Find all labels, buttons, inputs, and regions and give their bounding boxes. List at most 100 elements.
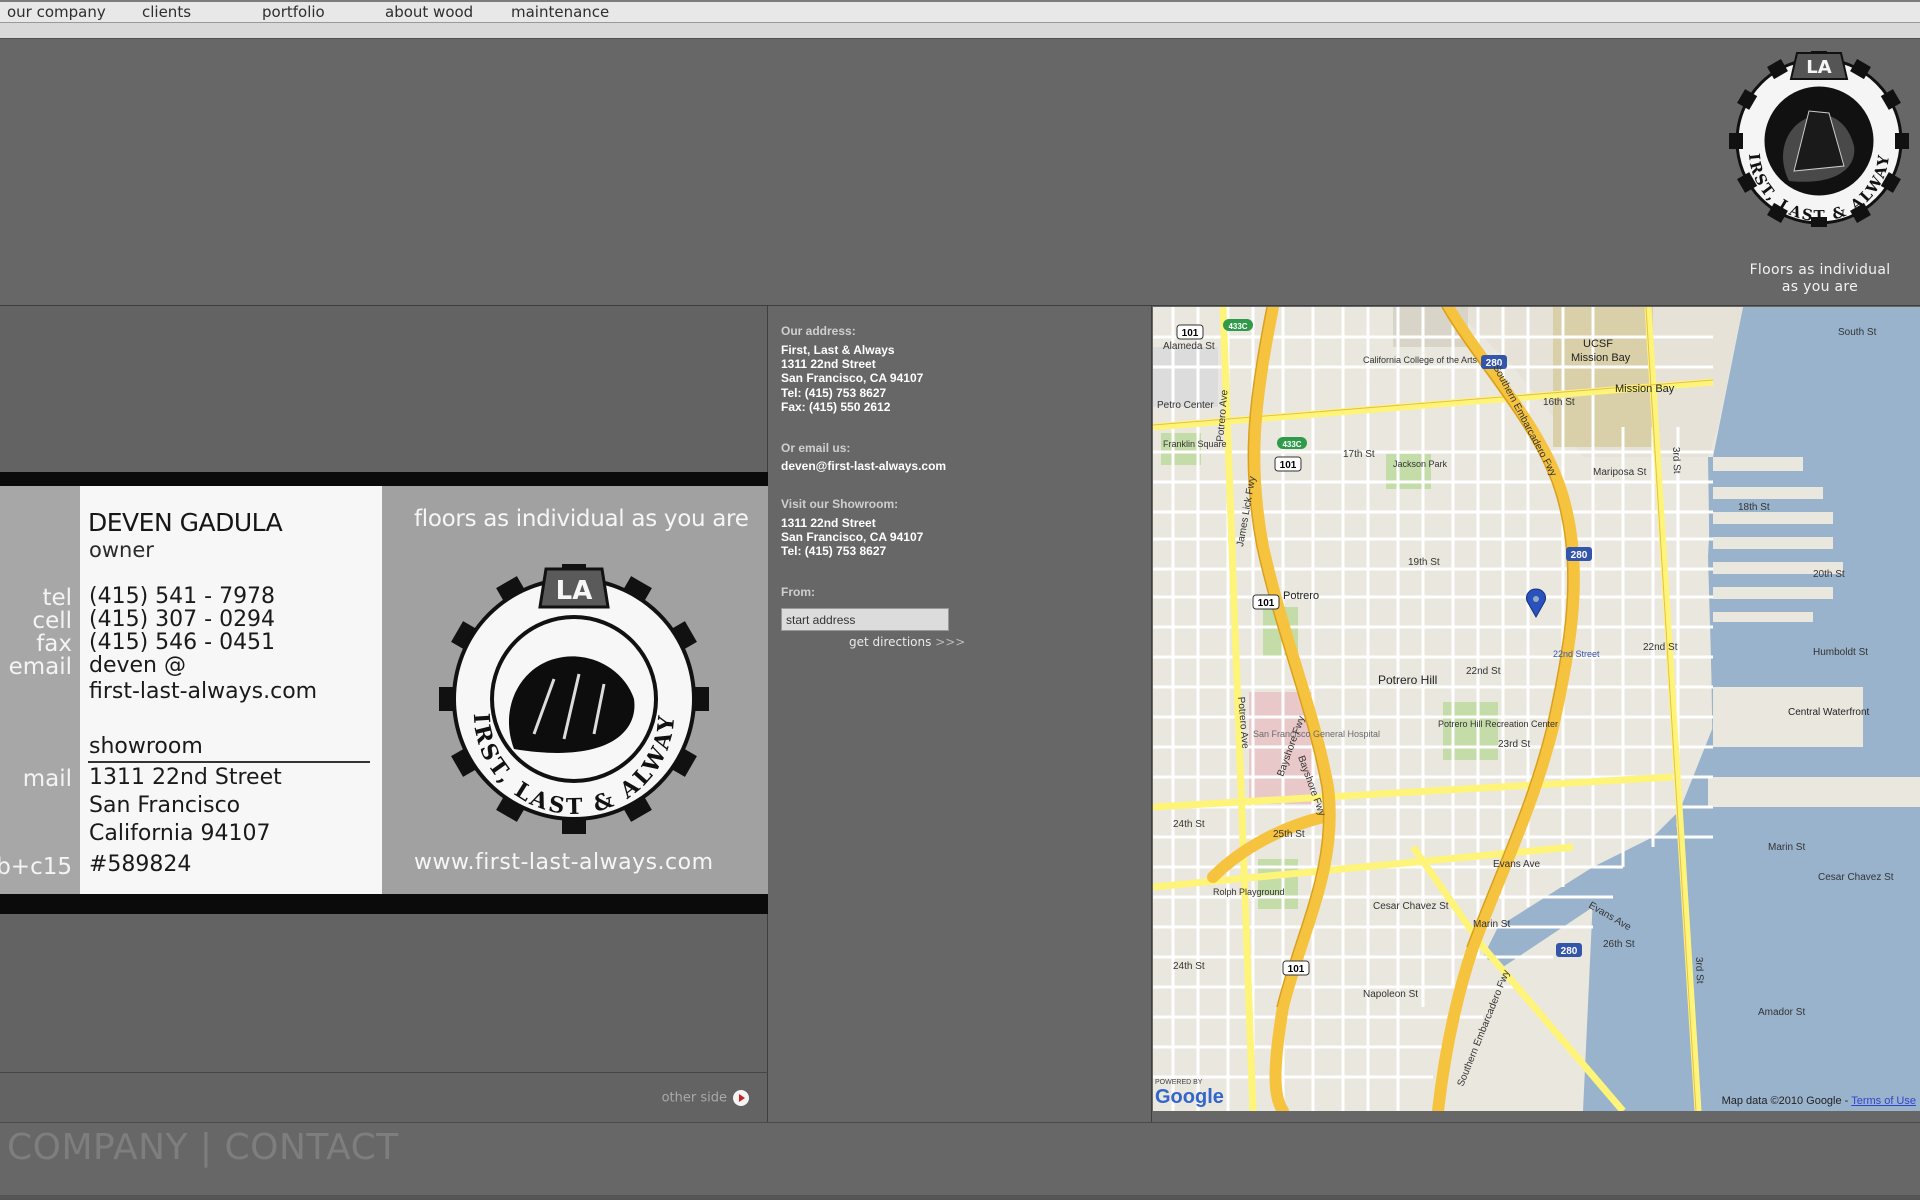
svg-text:UCSF: UCSF xyxy=(1583,338,1613,350)
svg-text:433C: 433C xyxy=(1282,440,1301,449)
business-card-panel: tel cell fax email mail b+c15 DEVEN GADU… xyxy=(0,306,768,1122)
svg-text:101: 101 xyxy=(1280,460,1297,471)
card-name: DEVEN GADULA xyxy=(88,508,283,537)
card-panel-divider xyxy=(0,1072,768,1073)
svg-text:22nd St: 22nd St xyxy=(1643,642,1678,653)
svg-text:Humboldt St: Humboldt St xyxy=(1813,647,1868,658)
nav-maintenance[interactable]: maintenance xyxy=(511,3,609,21)
google-powered-by: POWERED BY xyxy=(1155,1079,1203,1086)
card-logo-area: floors as individual as you are LA IRST,… xyxy=(382,486,768,894)
other-side-label: other side xyxy=(661,1090,727,1106)
card-label-column: tel cell fax email mail b+c15 xyxy=(0,486,80,894)
top-nav: our company clients portfolio about wood… xyxy=(0,0,1920,23)
arrow-right-icon xyxy=(733,1090,749,1106)
svg-text:22nd St: 22nd St xyxy=(1466,666,1501,677)
svg-text:433C: 433C xyxy=(1228,322,1247,331)
other-side-button[interactable]: other side xyxy=(662,1090,749,1106)
footer: COMPANY | CONTACT xyxy=(0,1122,1920,1200)
terms-of-use-link[interactable]: Terms of Use xyxy=(1851,1095,1916,1107)
svg-text:101: 101 xyxy=(1258,598,1275,609)
nav-about-wood[interactable]: about wood xyxy=(385,3,473,21)
page: our company clients portfolio about wood… xyxy=(0,0,1920,1200)
google-map[interactable]: 101 101 101 101 280 280 280 433C 433C Al… xyxy=(1153,307,1920,1111)
svg-text:Potrero Hill Recreation Center: Potrero Hill Recreation Center xyxy=(1438,719,1558,729)
card-white-area: DEVEN GADULA owner (415) 541 - 7978 (415… xyxy=(80,486,382,894)
nav-portfolio[interactable]: portfolio xyxy=(262,3,325,21)
google-logo: POWERED BY Google xyxy=(1155,1079,1224,1109)
card-license-number: #589824 xyxy=(89,852,192,877)
svg-text:Evans Ave: Evans Ave xyxy=(1493,859,1541,870)
svg-text:101: 101 xyxy=(1288,964,1305,975)
franklin-square-park xyxy=(1161,433,1201,465)
svg-text:San Francisco General Hospital: San Francisco General Hospital xyxy=(1253,729,1380,739)
address-heading: Our address: xyxy=(781,324,856,338)
start-address-input[interactable] xyxy=(781,608,949,631)
company-logo[interactable]: LA FIRST, LAST & ALWAYS xyxy=(1723,45,1915,231)
get-directions-arrows: >>> xyxy=(935,635,966,649)
card-address-line-2: San Francisco xyxy=(89,793,241,818)
showroom-heading: Visit our Showroom: xyxy=(781,497,899,511)
card-bottom-band xyxy=(0,894,768,914)
card-slogan: floors as individual as you are xyxy=(414,506,749,532)
nav-our-company[interactable]: our company xyxy=(7,3,106,21)
card-cell: (415) 307 - 0294 xyxy=(89,607,276,632)
card-tel: (415) 541 - 7978 xyxy=(89,584,276,609)
card-address-line-1: 1311 22nd Street xyxy=(89,765,282,790)
ucsf-area xyxy=(1553,307,1653,447)
card-label-license: b+c15 xyxy=(0,854,72,880)
svg-text:Mission Bay: Mission Bay xyxy=(1571,352,1631,364)
svg-text:Alameda St: Alameda St xyxy=(1163,341,1215,352)
company-street: 1311 22nd Street xyxy=(781,357,876,371)
tagline: Floors as individual as you are xyxy=(1735,262,1905,296)
svg-text:South St: South St xyxy=(1838,327,1877,338)
footer-bottom-bar xyxy=(0,1195,1920,1200)
svg-text:24th St: 24th St xyxy=(1173,819,1205,830)
svg-text:19th St: 19th St xyxy=(1408,557,1440,568)
card-url: www.first-last-always.com xyxy=(414,850,714,875)
card-label-mail: mail xyxy=(22,766,72,792)
contact-info-panel: Our address: First, Last & Always 1311 2… xyxy=(769,306,1152,1122)
svg-text:Marin St: Marin St xyxy=(1768,842,1805,853)
map-credit: Map data ©2010 Google - Terms of Use xyxy=(1722,1095,1916,1107)
svg-text:LA: LA xyxy=(556,576,593,606)
svg-text:17th St: 17th St xyxy=(1343,449,1375,460)
svg-text:22nd Street: 22nd Street xyxy=(1553,649,1600,659)
svg-text:Cesar Chavez St: Cesar Chavez St xyxy=(1373,901,1449,912)
svg-text:Rolph Playground: Rolph Playground xyxy=(1213,887,1285,897)
email-link[interactable]: deven@first-last-always.com xyxy=(781,459,946,474)
svg-text:Mariposa St: Mariposa St xyxy=(1593,467,1647,478)
svg-text:LA: LA xyxy=(1806,57,1831,78)
showroom-street: 1311 22nd Street xyxy=(781,516,876,530)
svg-text:26th St: 26th St xyxy=(1603,939,1635,950)
svg-text:280: 280 xyxy=(1571,550,1588,561)
footer-title: COMPANY | CONTACT xyxy=(7,1127,399,1168)
company-city: San Francisco, CA 94107 xyxy=(781,371,924,385)
card-address-line-3: California 94107 xyxy=(89,821,271,846)
nav-divider-strip xyxy=(0,23,1920,39)
svg-text:Central Waterfront: Central Waterfront xyxy=(1788,707,1870,718)
company-name: First, Last & Always xyxy=(781,343,895,357)
gear-emblem-icon: LA FIRST, LAST & ALWAYS xyxy=(1729,51,1909,231)
nav-clients[interactable]: clients xyxy=(142,3,191,21)
card-divider xyxy=(88,761,370,763)
svg-text:Jackson Park: Jackson Park xyxy=(1393,459,1448,469)
svg-text:16th St: 16th St xyxy=(1543,397,1575,408)
card-fax: (415) 546 - 0451 xyxy=(89,630,276,655)
svg-text:Napoleon St: Napoleon St xyxy=(1363,989,1418,1000)
svg-text:20th St: 20th St xyxy=(1813,569,1845,580)
svg-text:Potrero Hill: Potrero Hill xyxy=(1378,673,1437,687)
card-label-email: email xyxy=(8,654,72,680)
svg-text:3rd St: 3rd St xyxy=(1670,447,1682,474)
svg-text:3rd St: 3rd St xyxy=(1693,957,1705,984)
svg-text:Mission Bay: Mission Bay xyxy=(1615,383,1675,395)
header: LA FIRST, LAST & ALWAYS Floors as indivi… xyxy=(0,40,1920,306)
svg-text:280: 280 xyxy=(1561,946,1578,957)
business-card: tel cell fax email mail b+c15 DEVEN GADU… xyxy=(0,486,768,894)
get-directions-button[interactable]: get directions >>> xyxy=(849,635,965,649)
svg-text:25th St: 25th St xyxy=(1273,829,1305,840)
map-data-credit: Map data ©2010 Google - xyxy=(1721,1095,1849,1107)
email-heading: Or email us: xyxy=(781,441,851,455)
card-email-line-1: deven @ xyxy=(89,653,186,678)
card-role: owner xyxy=(89,538,154,562)
svg-text:23rd St: 23rd St xyxy=(1498,739,1530,750)
